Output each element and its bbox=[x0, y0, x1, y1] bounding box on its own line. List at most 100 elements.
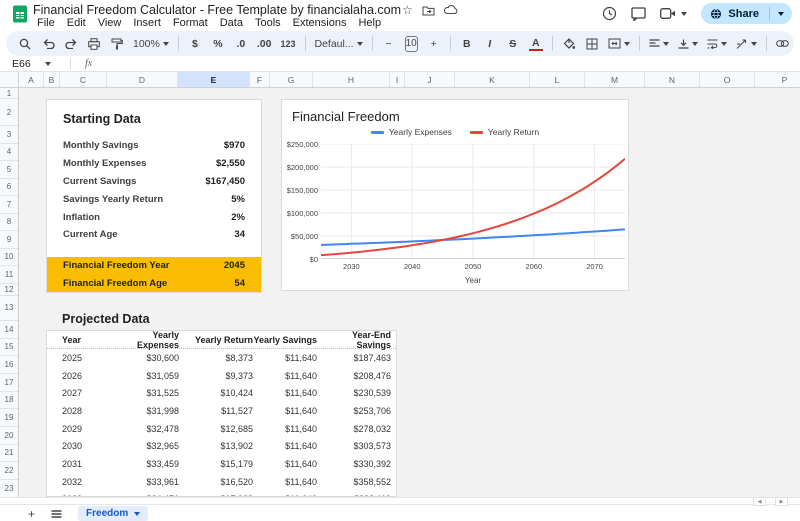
table-cell[interactable]: $31,525 bbox=[108, 388, 179, 398]
more-formats-button[interactable]: 123 bbox=[280, 35, 295, 53]
all-sheets-icon[interactable] bbox=[51, 510, 62, 518]
bold-button[interactable]: B bbox=[460, 35, 474, 53]
table-cell[interactable]: $32,965 bbox=[108, 441, 179, 451]
share-button[interactable]: Share bbox=[701, 3, 792, 24]
row-header-1[interactable]: 1 bbox=[0, 88, 18, 99]
menu-data[interactable]: Data bbox=[214, 17, 249, 30]
table-cell[interactable]: $11,527 bbox=[179, 406, 253, 416]
row-header-23[interactable]: 23 bbox=[0, 480, 18, 497]
starting-data-value[interactable]: $970 bbox=[224, 140, 245, 151]
menu-help[interactable]: Help bbox=[352, 17, 387, 30]
column-header-A[interactable]: A bbox=[19, 72, 44, 87]
row-header-9[interactable]: 9 bbox=[0, 231, 18, 249]
row-header-7[interactable]: 7 bbox=[0, 196, 18, 214]
print-button[interactable] bbox=[87, 35, 101, 53]
table-cell[interactable]: $303,573 bbox=[317, 441, 391, 451]
row-header-13[interactable]: 13 bbox=[0, 296, 18, 321]
starting-data-value[interactable]: 2% bbox=[231, 212, 245, 223]
row-header-10[interactable]: 10 bbox=[0, 249, 18, 266]
row-header-8[interactable]: 8 bbox=[0, 214, 18, 232]
table-cell[interactable]: $12,685 bbox=[179, 424, 253, 434]
starting-data-value[interactable]: $2,550 bbox=[216, 158, 245, 169]
table-cell[interactable]: $33,961 bbox=[108, 477, 179, 487]
meet-button[interactable] bbox=[660, 8, 687, 19]
grid-canvas[interactable]: 1234567891011121314151617181920212223 St… bbox=[0, 88, 800, 497]
row-header-5[interactable]: 5 bbox=[0, 161, 18, 179]
fill-color-button[interactable] bbox=[562, 35, 576, 53]
share-caret-icon[interactable] bbox=[778, 12, 784, 16]
name-box[interactable]: E66 bbox=[0, 58, 66, 70]
column-header-L[interactable]: L bbox=[530, 72, 585, 87]
row-header-4[interactable]: 4 bbox=[0, 144, 18, 162]
decrease-font-size-button[interactable]: − bbox=[382, 35, 396, 53]
column-header-I[interactable]: I bbox=[390, 72, 405, 87]
horizontal-align-button[interactable] bbox=[649, 35, 669, 53]
font-select[interactable]: Defaul... bbox=[315, 35, 363, 53]
table-cell[interactable]: $230,539 bbox=[317, 388, 391, 398]
select-all-corner[interactable] bbox=[0, 72, 19, 87]
text-color-button[interactable]: A bbox=[529, 37, 543, 51]
text-rotation-button[interactable] bbox=[736, 35, 757, 53]
increase-font-size-button[interactable]: + bbox=[427, 35, 441, 53]
table-cell[interactable]: $187,463 bbox=[317, 353, 391, 363]
table-cell[interactable]: 2031 bbox=[47, 459, 108, 469]
sheets-logo-icon[interactable] bbox=[11, 5, 29, 23]
row-header-20[interactable]: 20 bbox=[0, 427, 18, 445]
table-cell[interactable]: $208,476 bbox=[317, 371, 391, 381]
column-header-G[interactable]: G bbox=[270, 72, 313, 87]
row-header-3[interactable]: 3 bbox=[0, 126, 18, 144]
table-cell[interactable]: $11,640 bbox=[253, 388, 317, 398]
row-header-14[interactable]: 14 bbox=[0, 321, 18, 339]
column-header-F[interactable]: F bbox=[250, 72, 270, 87]
font-size-input[interactable]: 10 bbox=[405, 36, 418, 52]
cloud-status-icon[interactable] bbox=[444, 5, 458, 15]
merge-cells-button[interactable] bbox=[608, 35, 630, 53]
row-header-16[interactable]: 16 bbox=[0, 356, 18, 374]
move-folder-icon[interactable] bbox=[422, 5, 435, 16]
table-cell[interactable]: 2027 bbox=[47, 388, 108, 398]
italic-button[interactable]: I bbox=[483, 35, 497, 53]
row-header-19[interactable]: 19 bbox=[0, 409, 18, 427]
zoom-select[interactable]: 100% bbox=[133, 35, 169, 53]
vertical-align-button[interactable] bbox=[678, 35, 698, 53]
increase-decimal-button[interactable]: .00 bbox=[257, 35, 272, 53]
starting-data-value[interactable]: 5% bbox=[231, 194, 245, 205]
row-header-15[interactable]: 15 bbox=[0, 339, 18, 357]
column-header-D[interactable]: D bbox=[107, 72, 178, 87]
add-sheet-button[interactable]: + bbox=[28, 508, 35, 520]
table-cell[interactable]: $11,640 bbox=[253, 406, 317, 416]
table-cell[interactable]: 2026 bbox=[47, 371, 108, 381]
borders-button[interactable] bbox=[585, 35, 599, 53]
version-history-icon[interactable] bbox=[602, 6, 617, 21]
scroll-right-icon[interactable]: ▶ bbox=[775, 497, 788, 506]
table-cell[interactable]: 2025 bbox=[47, 353, 108, 363]
menu-file[interactable]: File bbox=[31, 17, 61, 30]
format-currency-button[interactable]: $ bbox=[188, 35, 202, 53]
format-percent-button[interactable]: % bbox=[211, 35, 225, 53]
row-header-6[interactable]: 6 bbox=[0, 179, 18, 197]
column-header-B[interactable]: B bbox=[44, 72, 60, 87]
row-header-17[interactable]: 17 bbox=[0, 374, 18, 392]
starting-data-value[interactable]: $167,450 bbox=[205, 176, 245, 187]
table-cell[interactable]: $253,706 bbox=[317, 406, 391, 416]
text-wrap-button[interactable] bbox=[707, 35, 727, 53]
row-header-11[interactable]: 11 bbox=[0, 266, 18, 284]
table-cell[interactable]: $11,640 bbox=[253, 477, 317, 487]
table-cell[interactable]: $11,640 bbox=[253, 459, 317, 469]
table-cell[interactable]: $11,640 bbox=[253, 441, 317, 451]
table-cell[interactable]: $16,520 bbox=[179, 477, 253, 487]
doc-title[interactable]: Financial Freedom Calculator - Free Temp… bbox=[33, 3, 401, 17]
column-header-N[interactable]: N bbox=[645, 72, 700, 87]
column-header-H[interactable]: H bbox=[313, 72, 390, 87]
menu-format[interactable]: Format bbox=[167, 17, 214, 30]
table-cell[interactable]: $8,373 bbox=[179, 353, 253, 363]
scroll-left-icon[interactable]: ◀ bbox=[753, 497, 766, 506]
sheet-tab-freedom[interactable]: Freedom bbox=[78, 506, 148, 521]
horizontal-scrollbar[interactable]: ◀ ▶ bbox=[0, 497, 800, 505]
decrease-decimal-button[interactable]: .0 bbox=[234, 35, 248, 53]
column-header-K[interactable]: K bbox=[455, 72, 530, 87]
table-cell[interactable]: $10,424 bbox=[179, 388, 253, 398]
table-cell[interactable]: $13,902 bbox=[179, 441, 253, 451]
row-header-22[interactable]: 22 bbox=[0, 462, 18, 480]
menu-tools[interactable]: Tools bbox=[249, 17, 287, 30]
